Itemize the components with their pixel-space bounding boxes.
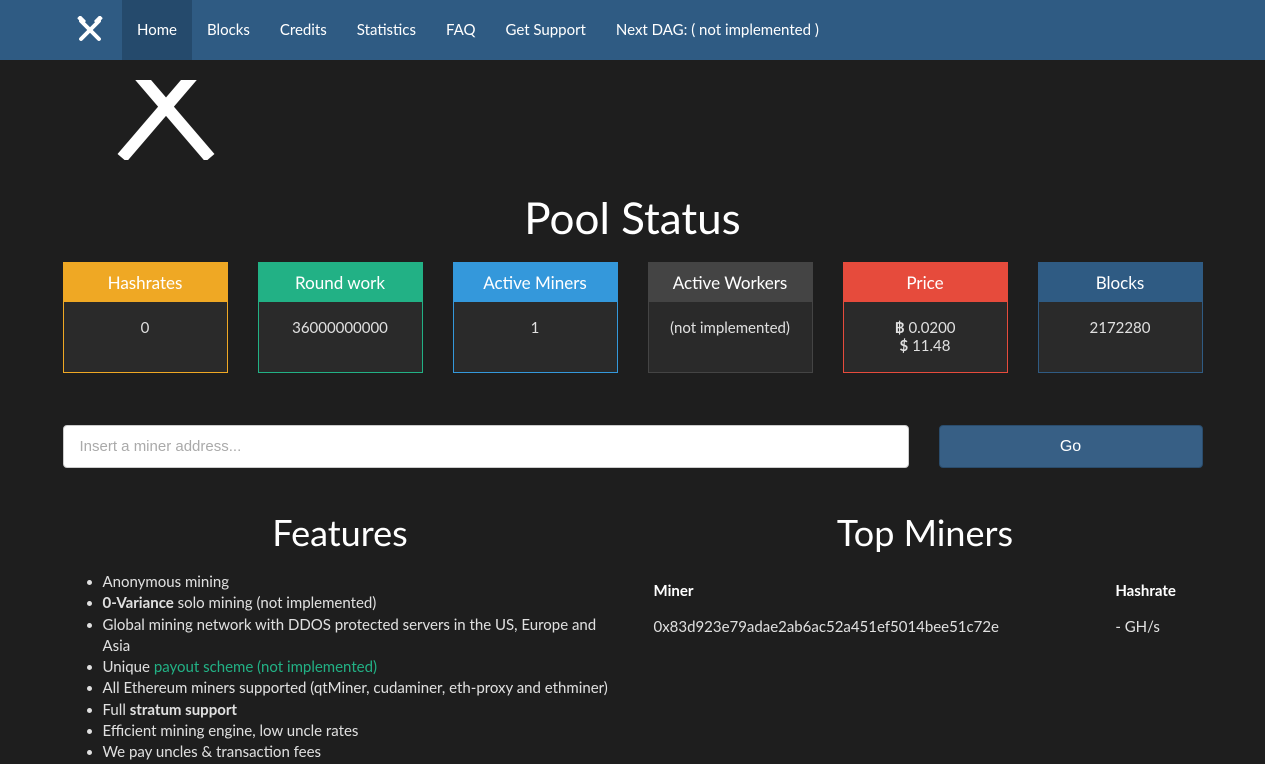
stat-round-work: Round work 36000000000 [258,262,423,373]
stat-value: 36000000000 [259,302,422,354]
nav-next-dag: Next DAG: ( not implemented ) [601,0,834,60]
stat-hashrates: Hashrates 0 [63,262,228,373]
miner-address: 0x83d923e79adae2ab6ac52a451ef5014bee51c7… [650,610,1110,644]
col-miner: Miner [650,574,1110,608]
nav-support[interactable]: Get Support [490,0,600,60]
feature-item: All Ethereum miners supported (qtMiner, … [103,678,618,699]
stat-label: Active Workers [649,263,812,302]
miner-hashrate: - GH/s [1111,610,1200,644]
feature-item: Efficient mining engine, low uncle rates [103,721,618,742]
nav-blocks[interactable]: Blocks [192,0,265,60]
go-button[interactable]: Go [939,425,1203,468]
stat-value: 1 [454,302,617,354]
miner-address-input[interactable] [63,425,909,468]
top-miners-table: Miner Hashrate 0x83d923e79adae2ab6ac52a4… [648,572,1203,646]
price-btc: 0.0200 [908,319,955,337]
stat-label: Active Miners [454,263,617,302]
top-miners-section: Top Miners Miner Hashrate 0x83d923e79ada… [648,510,1203,764]
nav-faq[interactable]: FAQ [431,0,491,60]
payout-scheme-link[interactable]: payout scheme (not implemented) [154,658,377,676]
feature-item: We pay uncles & transaction fees [103,742,618,763]
stats-row: Hashrates 0 Round work 36000000000 Activ… [63,262,1203,373]
stat-active-workers: Active Workers (not implemented) [648,262,813,373]
price-usd: 11.48 [912,337,950,355]
top-nav: Home Blocks Credits Statistics FAQ Get S… [0,0,1265,60]
bitcoin-icon: ฿ [894,319,904,337]
dollar-icon: $ [900,337,909,355]
nav-statistics[interactable]: Statistics [342,0,431,60]
stat-label: Blocks [1039,263,1202,302]
feature-text: solo mining (not implemented) [174,594,376,612]
search-row: Go [63,425,1203,468]
stat-price: Price ฿ 0.0200 $ 11.48 [843,262,1008,373]
feature-item: Global mining network with DDOS protecte… [103,615,618,658]
nav-home[interactable]: Home [122,0,192,60]
stat-label: Price [844,263,1007,302]
feature-strong: stratum support [130,701,237,719]
top-miners-heading: Top Miners [648,510,1203,554]
stat-value: (not implemented) [649,302,812,354]
stat-label: Round work [259,263,422,302]
nav-credits[interactable]: Credits [265,0,342,60]
page-title: Pool Status [63,192,1203,244]
col-hashrate: Hashrate [1111,574,1200,608]
stat-blocks: Blocks 2172280 [1038,262,1203,373]
features-list: Anonymous mining 0-Variance solo mining … [63,572,618,764]
stat-active-miners: Active Miners 1 [453,262,618,373]
nav-links: Home Blocks Credits Statistics FAQ Get S… [122,0,834,60]
stat-value: 0 [64,302,227,354]
feature-text: Unique [103,658,154,676]
feature-item: Full stratum support [103,700,618,721]
feature-item: 0-Variance solo mining (not implemented) [103,593,618,614]
feature-item: Anonymous mining [103,572,618,593]
mining-hammers-icon-large [86,80,246,160]
hero-logo [0,60,1265,164]
table-row: 0x83d923e79adae2ab6ac52a451ef5014bee51c7… [650,610,1201,644]
feature-strong: 0-Variance [103,594,174,612]
mining-hammers-icon [76,16,104,44]
stat-value: 2172280 [1039,302,1202,354]
feature-item: Unique payout scheme (not implemented) [103,657,618,678]
features-heading: Features [63,510,618,554]
feature-text: Full [103,701,130,719]
features-section: Features Anonymous mining 0-Variance sol… [63,510,618,764]
stat-label: Hashrates [64,263,227,302]
nav-logo[interactable] [58,16,122,44]
stat-value: ฿ 0.0200 $ 11.48 [844,302,1007,372]
